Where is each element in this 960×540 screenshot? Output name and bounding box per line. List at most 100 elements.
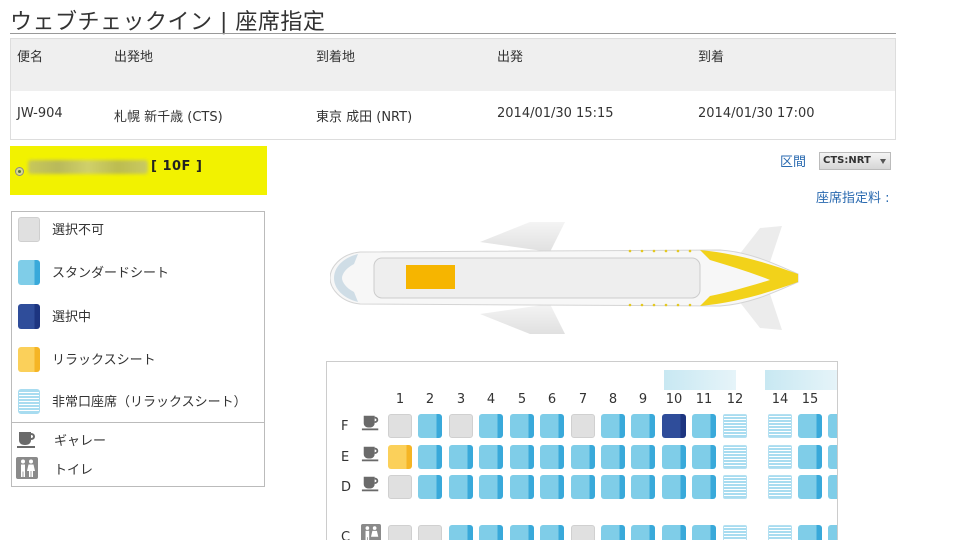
seat-10E-standard[interactable] <box>662 445 686 469</box>
seat-9D-standard[interactable] <box>631 475 655 499</box>
flight-info-table: 便名 出発地 到着地 出発 到着 JW-904 札幌 新千歳 (CTS) 東京 … <box>10 38 896 140</box>
passenger-selector[interactable]: [ 10F ] <box>10 146 267 195</box>
seat-12C-exit[interactable] <box>723 525 747 540</box>
exit-row-seat-icon <box>18 389 40 414</box>
seat-1E-relax[interactable] <box>388 445 412 469</box>
aircraft-illustration <box>330 222 799 334</box>
seat-8E-standard[interactable] <box>601 445 625 469</box>
galley-icon <box>361 415 379 431</box>
seat-6D-standard[interactable] <box>540 475 564 499</box>
seat-11F-standard[interactable] <box>692 414 716 438</box>
seat-7F-unavailable <box>571 414 595 438</box>
seat-10F-selected[interactable] <box>662 414 686 438</box>
seat-column-number: 12 <box>726 392 744 407</box>
seat-12F-exit[interactable] <box>723 414 747 438</box>
legend-label: リラックスシート <box>52 353 156 368</box>
seat-15D-standard[interactable] <box>798 475 822 499</box>
page-title: ウェブチェックイン | 座席指定 <box>10 10 326 35</box>
seat-4F-standard[interactable] <box>479 414 503 438</box>
seat-8C-standard[interactable] <box>601 525 625 540</box>
seat-12D-exit[interactable] <box>723 475 747 499</box>
seat-5C-standard[interactable] <box>510 525 534 540</box>
seat-14F-exit[interactable] <box>768 414 792 438</box>
seat-2D-standard[interactable] <box>418 475 442 499</box>
seat-column-number: 2 <box>425 392 435 407</box>
seat-row-letter: D <box>341 480 352 495</box>
seat-4C-standard[interactable] <box>479 525 503 540</box>
seat-1F-standard[interactable] <box>828 414 837 438</box>
seat-6F-standard[interactable] <box>540 414 564 438</box>
exit-row-marker <box>664 370 736 390</box>
departure-time: 2014/01/30 15:15 <box>497 106 614 121</box>
seat-10D-standard[interactable] <box>662 475 686 499</box>
seat-column-number: 9 <box>638 392 648 407</box>
legend-galley-label: ギャレー <box>54 434 107 449</box>
galley-icon <box>361 476 379 492</box>
arrival-time: 2014/01/30 17:00 <box>698 106 815 121</box>
seat-11C-standard[interactable] <box>692 525 716 540</box>
seat-12E-exit[interactable] <box>723 445 747 469</box>
seat-column-number: 1 <box>395 392 405 407</box>
seat-legend: 選択不可 スタンダードシート 選択中 リラックスシート 非常口座席（リラックスシ… <box>11 211 265 487</box>
legend-item-relax: リラックスシート <box>18 347 262 373</box>
seat-14C-exit[interactable] <box>768 525 792 540</box>
seat-11E-standard[interactable] <box>692 445 716 469</box>
seat-column-number: 4 <box>486 392 496 407</box>
legend-label: 選択中 <box>52 310 92 325</box>
segment-select[interactable]: CTS:NRT <box>819 152 891 170</box>
seat-5D-standard[interactable] <box>510 475 534 499</box>
flight-table-header: 便名 出発地 到着地 出発 到着 <box>11 39 895 91</box>
toilet-icon <box>361 524 381 540</box>
seat-6E-standard[interactable] <box>540 445 564 469</box>
seat-9E-standard[interactable] <box>631 445 655 469</box>
seat-1F-unavailable <box>388 414 412 438</box>
seat-6C-standard[interactable] <box>540 525 564 540</box>
legend-label: スタンダードシート <box>52 266 170 281</box>
dropdown-arrow-icon <box>880 159 886 164</box>
seat-column-number: 5 <box>517 392 527 407</box>
relax-seat-icon <box>18 347 40 372</box>
legend-label: 選択不可 <box>52 223 105 238</box>
passenger-seat-label: [ 10F ] <box>151 159 203 174</box>
seat-7D-standard[interactable] <box>571 475 595 499</box>
seat-2F-standard[interactable] <box>418 414 442 438</box>
seat-8F-standard[interactable] <box>601 414 625 438</box>
seat-14D-exit[interactable] <box>768 475 792 499</box>
seat-1D-standard[interactable] <box>828 475 837 499</box>
destination: 東京 成田 (NRT) <box>316 110 413 125</box>
seat-column-number: 3 <box>456 392 466 407</box>
seat-5F-standard[interactable] <box>510 414 534 438</box>
seat-3F-unavailable <box>449 414 473 438</box>
standard-seat-icon <box>18 260 40 285</box>
seat-4E-standard[interactable] <box>479 445 503 469</box>
seat-7E-standard[interactable] <box>571 445 595 469</box>
passenger-name-redacted <box>28 160 148 174</box>
seat-3C-standard[interactable] <box>449 525 473 540</box>
passenger-radio[interactable] <box>15 167 24 176</box>
header-departure: 出発 <box>497 50 524 65</box>
seat-1E-standard[interactable] <box>828 445 837 469</box>
header-arrival: 到着 <box>698 50 725 65</box>
seat-11D-standard[interactable] <box>692 475 716 499</box>
seat-14E-exit[interactable] <box>768 445 792 469</box>
seat-column-number: 10 <box>665 392 683 407</box>
toilet-icon <box>16 457 38 479</box>
seat-7C-unavailable <box>571 525 595 540</box>
seat-8D-standard[interactable] <box>601 475 625 499</box>
seat-column-number: 1 <box>828 392 837 407</box>
seat-15C-standard[interactable] <box>798 525 822 540</box>
seat-10C-standard[interactable] <box>662 525 686 540</box>
legend-item-exit: 非常口座席（リラックスシート） <box>18 389 262 415</box>
seat-3D-standard[interactable] <box>449 475 473 499</box>
seat-4D-standard[interactable] <box>479 475 503 499</box>
header-destination: 到着地 <box>316 50 356 65</box>
seat-3E-standard[interactable] <box>449 445 473 469</box>
seat-1C-standard[interactable] <box>828 525 837 540</box>
seat-15F-standard[interactable] <box>798 414 822 438</box>
seat-9F-standard[interactable] <box>631 414 655 438</box>
header-origin: 出発地 <box>114 50 154 65</box>
seat-2E-standard[interactable] <box>418 445 442 469</box>
seat-5E-standard[interactable] <box>510 445 534 469</box>
seat-15E-standard[interactable] <box>798 445 822 469</box>
seat-9C-standard[interactable] <box>631 525 655 540</box>
